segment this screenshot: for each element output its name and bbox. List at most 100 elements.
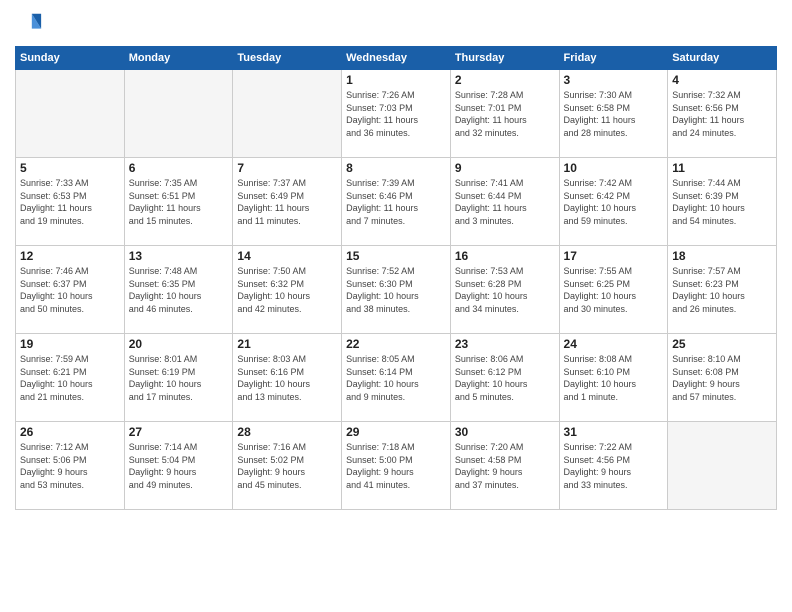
calendar-cell [16, 70, 125, 158]
calendar-week-1: 1 Sunrise: 7:26 AM Sunset: 7:03 PM Daylig… [16, 70, 777, 158]
day-info: Sunrise: 7:59 AM Sunset: 6:21 PM Dayligh… [20, 353, 120, 403]
day-number: 15 [346, 249, 446, 263]
calendar-week-2: 5 Sunrise: 7:33 AM Sunset: 6:53 PM Daylig… [16, 158, 777, 246]
day-info: Sunrise: 7:16 AM Sunset: 5:02 PM Dayligh… [237, 441, 337, 491]
day-info: Sunrise: 8:06 AM Sunset: 6:12 PM Dayligh… [455, 353, 555, 403]
day-number: 27 [129, 425, 229, 439]
day-number: 8 [346, 161, 446, 175]
day-info: Sunrise: 7:53 AM Sunset: 6:28 PM Dayligh… [455, 265, 555, 315]
calendar-cell: 14 Sunrise: 7:50 AM Sunset: 6:32 PM Dayli… [233, 246, 342, 334]
calendar-cell: 18 Sunrise: 7:57 AM Sunset: 6:23 PM Dayli… [668, 246, 777, 334]
calendar-cell: 9Sunrise: 7:41 AM Sunset: 6:44 PM Daylig… [450, 158, 559, 246]
day-info: Sunrise: 7:30 AM Sunset: 6:58 PM Dayligh… [564, 89, 664, 139]
weekday-header-saturday: Saturday [668, 47, 777, 70]
day-info: Sunrise: 7:37 AM Sunset: 6:49 PM Dayligh… [237, 177, 337, 227]
calendar-cell: 6Sunrise: 7:35 AM Sunset: 6:51 PM Daylig… [124, 158, 233, 246]
calendar-cell [233, 70, 342, 158]
day-info: Sunrise: 7:22 AM Sunset: 4:56 PM Dayligh… [564, 441, 664, 491]
calendar-cell: 2Sunrise: 7:28 AM Sunset: 7:01 PM Daylig… [450, 70, 559, 158]
day-info: Sunrise: 7:50 AM Sunset: 6:32 PM Dayligh… [237, 265, 337, 315]
calendar-cell: 11 Sunrise: 7:44 AM Sunset: 6:39 PM Dayli… [668, 158, 777, 246]
day-number: 4 [672, 73, 772, 87]
logo [15, 10, 47, 38]
day-info: Sunrise: 7:35 AM Sunset: 6:51 PM Dayligh… [129, 177, 229, 227]
day-number: 21 [237, 337, 337, 351]
day-info: Sunrise: 7:55 AM Sunset: 6:25 PM Dayligh… [564, 265, 664, 315]
day-info: Sunrise: 7:42 AM Sunset: 6:42 PM Dayligh… [564, 177, 664, 227]
day-number: 5 [20, 161, 120, 175]
calendar-week-5: 26Sunrise: 7:12 AM Sunset: 5:06 PM Dayli… [16, 422, 777, 510]
day-info: Sunrise: 7:32 AM Sunset: 6:56 PM Dayligh… [672, 89, 772, 139]
calendar-cell: 26Sunrise: 7:12 AM Sunset: 5:06 PM Dayli… [16, 422, 125, 510]
day-number: 12 [20, 249, 120, 263]
day-number: 16 [455, 249, 555, 263]
calendar-cell: 7 Sunrise: 7:37 AM Sunset: 6:49 PM Daylig… [233, 158, 342, 246]
day-info: Sunrise: 7:12 AM Sunset: 5:06 PM Dayligh… [20, 441, 120, 491]
day-info: Sunrise: 7:44 AM Sunset: 6:39 PM Dayligh… [672, 177, 772, 227]
day-number: 1 [346, 73, 446, 87]
calendar-cell: 13 Sunrise: 7:48 AM Sunset: 6:35 PM Dayli… [124, 246, 233, 334]
day-info: Sunrise: 8:08 AM Sunset: 6:10 PM Dayligh… [564, 353, 664, 403]
calendar-cell: 28 Sunrise: 7:16 AM Sunset: 5:02 PM Dayli… [233, 422, 342, 510]
calendar-cell: 12 Sunrise: 7:46 AM Sunset: 6:37 PM Dayli… [16, 246, 125, 334]
day-info: Sunrise: 8:01 AM Sunset: 6:19 PM Dayligh… [129, 353, 229, 403]
day-number: 13 [129, 249, 229, 263]
calendar-cell: 10 Sunrise: 7:42 AM Sunset: 6:42 PM Dayli… [559, 158, 668, 246]
day-info: Sunrise: 7:18 AM Sunset: 5:00 PM Dayligh… [346, 441, 446, 491]
calendar-cell: 21 Sunrise: 8:03 AM Sunset: 6:16 PM Dayli… [233, 334, 342, 422]
weekday-header-friday: Friday [559, 47, 668, 70]
page-header [15, 10, 777, 38]
day-number: 22 [346, 337, 446, 351]
day-number: 25 [672, 337, 772, 351]
calendar-cell: 27 Sunrise: 7:14 AM Sunset: 5:04 PM Dayli… [124, 422, 233, 510]
weekday-header-sunday: Sunday [16, 47, 125, 70]
calendar-cell: 20Sunrise: 8:01 AM Sunset: 6:19 PM Dayli… [124, 334, 233, 422]
calendar-cell: 19 Sunrise: 7:59 AM Sunset: 6:21 PM Dayli… [16, 334, 125, 422]
calendar-cell: 3 Sunrise: 7:30 AM Sunset: 6:58 PM Daylig… [559, 70, 668, 158]
calendar-cell: 4 Sunrise: 7:32 AM Sunset: 6:56 PM Daylig… [668, 70, 777, 158]
day-info: Sunrise: 7:46 AM Sunset: 6:37 PM Dayligh… [20, 265, 120, 315]
calendar-cell: 17 Sunrise: 7:55 AM Sunset: 6:25 PM Dayli… [559, 246, 668, 334]
day-info: Sunrise: 7:33 AM Sunset: 6:53 PM Dayligh… [20, 177, 120, 227]
calendar-cell: 30Sunrise: 7:20 AM Sunset: 4:58 PM Dayli… [450, 422, 559, 510]
day-number: 17 [564, 249, 664, 263]
weekday-header-row: SundayMondayTuesdayWednesdayThursdayFrid… [16, 47, 777, 70]
calendar-cell: 23 Sunrise: 8:06 AM Sunset: 6:12 PM Dayli… [450, 334, 559, 422]
calendar-week-4: 19 Sunrise: 7:59 AM Sunset: 6:21 PM Dayli… [16, 334, 777, 422]
day-number: 18 [672, 249, 772, 263]
day-number: 24 [564, 337, 664, 351]
day-number: 7 [237, 161, 337, 175]
day-info: Sunrise: 7:48 AM Sunset: 6:35 PM Dayligh… [129, 265, 229, 315]
day-info: Sunrise: 7:28 AM Sunset: 7:01 PM Dayligh… [455, 89, 555, 139]
day-number: 3 [564, 73, 664, 87]
calendar-cell: 29 Sunrise: 7:18 AM Sunset: 5:00 PM Dayli… [342, 422, 451, 510]
calendar-week-3: 12 Sunrise: 7:46 AM Sunset: 6:37 PM Dayli… [16, 246, 777, 334]
day-number: 11 [672, 161, 772, 175]
day-number: 28 [237, 425, 337, 439]
day-info: Sunrise: 7:26 AM Sunset: 7:03 PM Dayligh… [346, 89, 446, 139]
calendar-cell: 1 Sunrise: 7:26 AM Sunset: 7:03 PM Daylig… [342, 70, 451, 158]
calendar-cell: 25 Sunrise: 8:10 AM Sunset: 6:08 PM Dayli… [668, 334, 777, 422]
day-number: 9 [455, 161, 555, 175]
day-number: 19 [20, 337, 120, 351]
day-info: Sunrise: 7:20 AM Sunset: 4:58 PM Dayligh… [455, 441, 555, 491]
calendar-cell: 31 Sunrise: 7:22 AM Sunset: 4:56 PM Dayli… [559, 422, 668, 510]
day-info: Sunrise: 8:03 AM Sunset: 6:16 PM Dayligh… [237, 353, 337, 403]
calendar-cell [668, 422, 777, 510]
calendar-cell: 5 Sunrise: 7:33 AM Sunset: 6:53 PM Daylig… [16, 158, 125, 246]
day-number: 31 [564, 425, 664, 439]
calendar-cell: 15 Sunrise: 7:52 AM Sunset: 6:30 PM Dayli… [342, 246, 451, 334]
day-number: 23 [455, 337, 555, 351]
day-info: Sunrise: 7:14 AM Sunset: 5:04 PM Dayligh… [129, 441, 229, 491]
day-info: Sunrise: 7:52 AM Sunset: 6:30 PM Dayligh… [346, 265, 446, 315]
day-info: Sunrise: 8:05 AM Sunset: 6:14 PM Dayligh… [346, 353, 446, 403]
calendar-cell: 8Sunrise: 7:39 AM Sunset: 6:46 PM Daylig… [342, 158, 451, 246]
weekday-header-tuesday: Tuesday [233, 47, 342, 70]
day-info: Sunrise: 8:10 AM Sunset: 6:08 PM Dayligh… [672, 353, 772, 403]
day-number: 29 [346, 425, 446, 439]
day-info: Sunrise: 7:57 AM Sunset: 6:23 PM Dayligh… [672, 265, 772, 315]
day-number: 10 [564, 161, 664, 175]
calendar-table: SundayMondayTuesdayWednesdayThursdayFrid… [15, 46, 777, 510]
calendar-cell: 16 Sunrise: 7:53 AM Sunset: 6:28 PM Dayli… [450, 246, 559, 334]
day-number: 14 [237, 249, 337, 263]
